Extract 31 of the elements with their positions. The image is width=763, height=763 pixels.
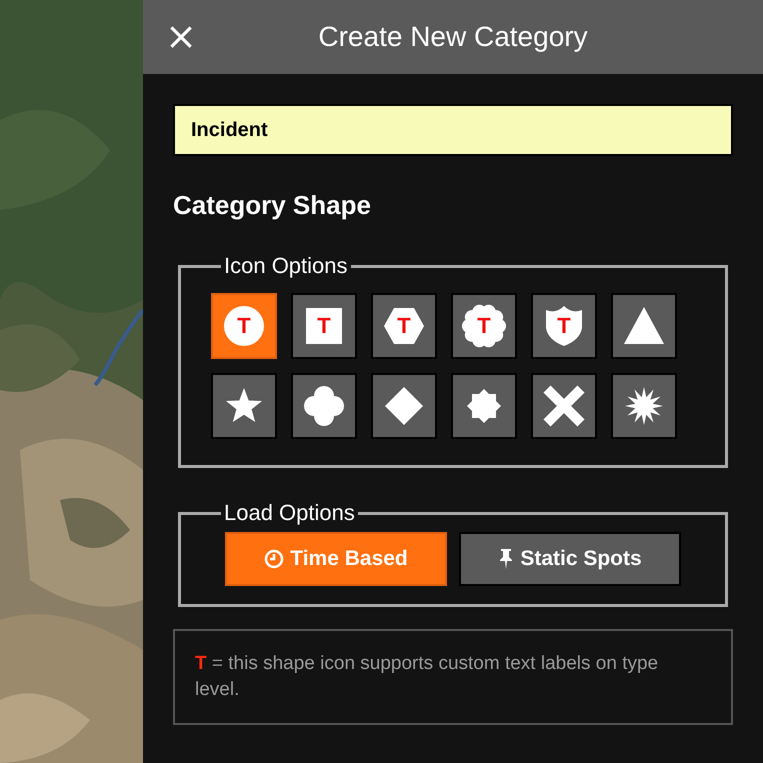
- shape-option[interactable]: [211, 373, 277, 439]
- shape-option[interactable]: [451, 373, 517, 439]
- scallop-icon: [462, 304, 506, 348]
- shape-option[interactable]: T: [371, 293, 437, 359]
- text-label-marker: T: [316, 315, 332, 337]
- pin-icon: [498, 548, 514, 570]
- dialog-title: Create New Category: [318, 21, 588, 53]
- text-label-marker: T: [476, 315, 492, 337]
- legend-note: T = this shape icon supports custom text labels on type level.: [195, 652, 660, 702]
- load-option-button[interactable]: Static Spots: [459, 532, 681, 586]
- shape-option[interactable]: T: [211, 293, 277, 359]
- shape-option[interactable]: T: [531, 293, 597, 359]
- close-button[interactable]: ×: [163, 18, 199, 54]
- section-title: Category Shape: [173, 190, 372, 221]
- load-option-button[interactable]: Time Based: [225, 532, 447, 586]
- text-label-marker: T: [396, 315, 412, 337]
- shape-option[interactable]: T: [451, 293, 517, 359]
- clock-icon: [264, 549, 284, 569]
- shape-option[interactable]: [291, 373, 357, 439]
- shape-option[interactable]: [611, 373, 677, 439]
- group-legend: Icon Options: [221, 253, 351, 279]
- text-label-marker: T: [236, 315, 252, 337]
- category-name-field[interactable]: Incident: [173, 104, 733, 156]
- shape-option[interactable]: T: [291, 293, 357, 359]
- circle-icon: [222, 304, 266, 348]
- group-legend: Load Options: [221, 500, 358, 526]
- shape-option[interactable]: [531, 373, 597, 439]
- text-label-marker: T: [556, 315, 572, 337]
- shape-option[interactable]: [611, 293, 677, 359]
- shape-option[interactable]: [371, 373, 437, 439]
- clover-icon: [302, 384, 346, 428]
